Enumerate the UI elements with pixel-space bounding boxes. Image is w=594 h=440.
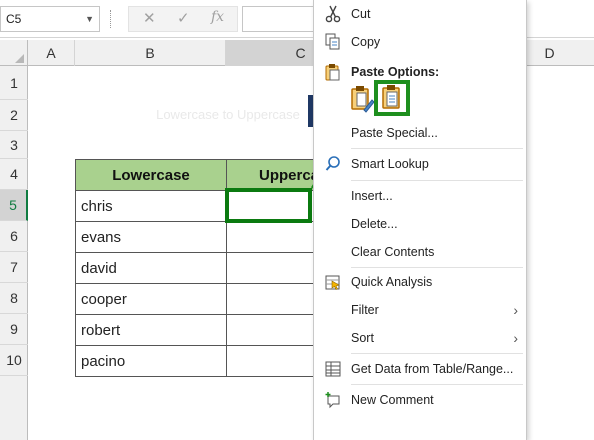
menu-item-label: Sort — [351, 331, 374, 345]
menu-item-label: Delete... — [351, 217, 398, 231]
menu-separator — [351, 267, 523, 268]
menu-separator — [351, 353, 523, 354]
table-header-row: Lowercase Uppercase — [75, 159, 337, 191]
paste-values-button[interactable] — [374, 80, 410, 116]
table-cell-lowercase[interactable]: pacino — [75, 345, 227, 377]
table-row: evans — [75, 221, 337, 253]
table-icon — [324, 360, 342, 378]
table-cell-lowercase[interactable]: robert — [75, 314, 227, 346]
menu-item-sort[interactable]: Sort › — [314, 326, 526, 350]
menu-item-label: Filter — [351, 303, 379, 317]
table-header-lowercase[interactable]: Lowercase — [75, 159, 227, 191]
clipboard-icon — [324, 63, 342, 81]
row-header-3[interactable]: 3 — [0, 131, 28, 159]
submenu-arrow-icon: › — [513, 302, 518, 318]
menu-item-paste-special[interactable]: Paste Special... — [314, 121, 526, 145]
copy-icon — [324, 33, 342, 51]
menu-item-label: Quick Analysis — [351, 275, 433, 289]
row-header-1[interactable]: 1 — [0, 66, 28, 100]
menu-item-copy[interactable]: Copy — [314, 30, 526, 54]
table-cell-lowercase[interactable]: david — [75, 252, 227, 284]
table-row: david — [75, 252, 337, 284]
table-row: robert — [75, 314, 337, 346]
paste-formatting-icon — [351, 86, 375, 113]
row-header-7[interactable]: 7 — [0, 252, 28, 283]
menu-item-label: Insert... — [351, 189, 393, 203]
menu-item-label: New Comment — [351, 393, 434, 407]
row-header-9[interactable]: 9 — [0, 314, 28, 345]
table-row: pacino — [75, 345, 337, 377]
paste-values-icon — [382, 85, 400, 109]
column-header-b[interactable]: B — [75, 40, 226, 66]
menu-separator — [351, 384, 523, 385]
name-box-value: C5 — [6, 12, 22, 26]
menu-item-new-comment[interactable]: New Comment — [314, 388, 526, 412]
menu-item-label: Clear Contents — [351, 245, 435, 259]
menu-item-get-data[interactable]: Get Data from Table/Range... — [314, 357, 526, 381]
menu-item-label: Copy — [351, 35, 381, 49]
paste-formatting-button[interactable] — [348, 84, 376, 114]
row-header-2[interactable]: 2 — [0, 100, 28, 131]
active-cell-highlight[interactable] — [225, 188, 312, 223]
insert-function-icon[interactable]: fx — [211, 9, 224, 25]
column-header-a[interactable]: A — [28, 40, 75, 66]
menu-item-insert[interactable]: Insert... — [314, 184, 526, 208]
table-cell-lowercase[interactable]: evans — [75, 221, 227, 253]
name-box[interactable]: C5 ▼ — [0, 6, 100, 32]
paste-options-row — [314, 80, 526, 120]
menu-item-label: Cut — [351, 7, 371, 21]
row-header-5[interactable]: 5 — [0, 190, 28, 221]
menu-item-label: Get Data from Table/Range... — [351, 362, 514, 376]
menu-separator — [351, 180, 523, 181]
formula-buttons: ✕ ✓ fx — [128, 6, 238, 32]
row-header-8[interactable]: 8 — [0, 283, 28, 314]
menu-item-quick-analysis[interactable]: Quick Analysis — [314, 270, 526, 294]
menu-item-filter[interactable]: Filter › — [314, 298, 526, 322]
enter-check-icon[interactable]: ✓ — [177, 9, 190, 27]
menu-item-clear-contents[interactable]: Clear Contents — [314, 240, 526, 264]
table-cell-lowercase[interactable]: chris — [75, 190, 227, 222]
formula-input[interactable] — [242, 6, 322, 32]
name-box-dropdown-icon[interactable]: ▼ — [85, 7, 94, 31]
row-header-6[interactable]: 6 — [0, 221, 28, 252]
table-cell-lowercase[interactable]: cooper — [75, 283, 227, 315]
sheet-title-text: Lowercase to Uppercase — [156, 107, 300, 122]
select-all-triangle-icon — [15, 54, 24, 63]
select-all-corner[interactable] — [0, 40, 28, 66]
row-header-10[interactable]: 10 — [0, 345, 28, 376]
formula-bar-separator — [110, 10, 112, 28]
row-header-4[interactable]: 4 — [0, 159, 28, 190]
menu-item-label: Smart Lookup — [351, 157, 429, 171]
quick-analysis-icon — [324, 273, 342, 291]
menu-item-cut[interactable]: Cut — [314, 2, 526, 26]
menu-item-label: Paste Special... — [351, 126, 438, 140]
search-icon — [324, 155, 342, 173]
cancel-icon[interactable]: ✕ — [143, 9, 156, 27]
scissors-icon — [324, 5, 342, 23]
menu-item-smart-lookup[interactable]: Smart Lookup — [314, 152, 526, 176]
submenu-arrow-icon: › — [513, 330, 518, 346]
menu-separator — [351, 148, 523, 149]
comment-icon — [324, 391, 342, 409]
row-headers: 1 2 3 4 5 6 7 8 9 10 — [0, 66, 28, 440]
menu-item-delete[interactable]: Delete... — [314, 212, 526, 236]
context-menu: Cut Copy Paste Options: Paste Special...… — [313, 0, 527, 440]
table-row: cooper — [75, 283, 337, 315]
